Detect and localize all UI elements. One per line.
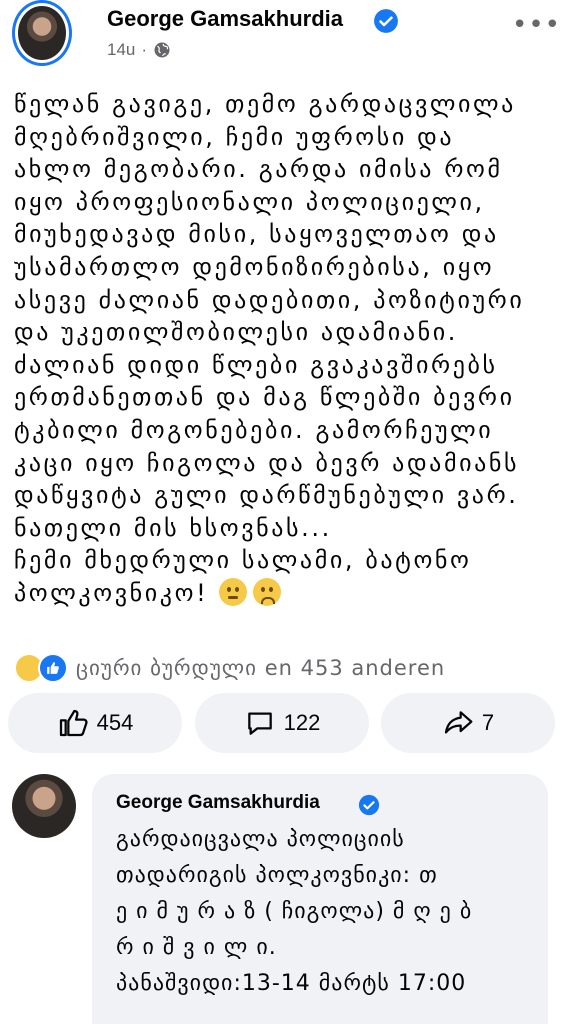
post-header: George Gamsakhurdia 14u · ••• [0, 0, 562, 84]
comment-line: რ ი შ ვ ი ლ ი. [116, 935, 277, 960]
post-line: იყო პროფესიონალი პოლიციელი, [14, 187, 485, 216]
worried-face-emoji-icon [252, 577, 281, 606]
post-line: ნათელი მის ხსოვნას... [14, 513, 332, 542]
post-line: ახლო მეგობარი. გარდა იმისა რომ [14, 155, 503, 184]
comment-icon [247, 712, 272, 735]
post-line: მღებრიშვილი, ჩემი უფროსი და [14, 122, 455, 151]
post-line: მიუხედავად მისი, საყოველთაო და [14, 220, 499, 249]
comment-line: ე ი მ უ რ ა ზ ( ჩიგოლა) მ ღ ე ბ [116, 899, 473, 924]
comment-button[interactable]: 122 [195, 693, 369, 753]
comment-line: გარდაიცვალა პოლიციის [116, 827, 405, 852]
reaction-summary[interactable]: ციური ბურდული en 453 anderen [14, 652, 445, 684]
more-icon[interactable]: ••• [512, 10, 561, 40]
post-time[interactable]: 14u [107, 40, 135, 60]
share-count: 7 [481, 710, 495, 735]
globe-icon [154, 42, 170, 58]
post-line: ასევე ძალიან დადებითი, პოზიტიური [14, 285, 525, 314]
like-count: 454 [96, 710, 134, 735]
reaction-names[interactable]: ციური ბურდული en 453 anderen [76, 656, 445, 680]
comment-bubble: George Gamsakhurdia გარდაიცვალა პოლიციის… [92, 774, 548, 1024]
comment-text: გარდაიცვალა პოლიციის თადარიგის პოლკოვნიკ… [116, 822, 536, 1002]
like-reaction-icon [38, 653, 68, 683]
comment-line: თადარიგის პოლკოვნიკი: თ [116, 863, 438, 888]
meta-separator: · [141, 40, 148, 59]
comment-line: პანაშვიდი:13-14 მარტს 17:00 [116, 971, 467, 996]
post-line: ძალიან დიდი წლები გვაკავშირებს [14, 350, 498, 379]
commenter-avatar[interactable] [12, 774, 76, 838]
author-name[interactable]: George Gamsakhurdia [107, 6, 343, 32]
post-line: და უკეთილშობილესი ადამიანი. [14, 318, 459, 347]
author-avatar[interactable] [12, 0, 72, 66]
post-line: ჩემი მხედრული სალამი, ბატონო [14, 546, 472, 575]
comment-author[interactable]: George Gamsakhurdia [116, 792, 320, 814]
comment-count: 122 [283, 710, 321, 735]
verified-badge-icon [374, 9, 398, 33]
share-button[interactable]: 7 [381, 693, 555, 753]
post-line: უსამართლო დემონიზირებისა, იყო [14, 252, 495, 281]
like-icon [59, 709, 88, 737]
post-line: ერთმანეთთან და მაგ წლებში ბევრი [14, 383, 515, 412]
post-line: წელან გავიგე, თემო გარდაცვლილა [14, 90, 516, 118]
slight-smile-emoji-icon [218, 577, 247, 606]
post-line: დაწყვიტა გული დარწმუნებული ვარ. [14, 481, 519, 510]
post-line: კაცი იყო ჩიგოლა და ბევრ ადამიანს [14, 448, 520, 477]
post-body: წელან გავიგე, თემო გარდაცვლილა მღებრიშვი… [14, 88, 554, 610]
post-line: ტკბილი მოგონებები. გამორჩეული [14, 415, 494, 444]
like-button[interactable]: 454 [8, 693, 182, 753]
post-line: პოლკოვნიკო! [14, 578, 209, 607]
verified-badge-icon [358, 794, 380, 816]
share-icon [444, 711, 473, 734]
post-meta: 14u · [107, 40, 171, 60]
